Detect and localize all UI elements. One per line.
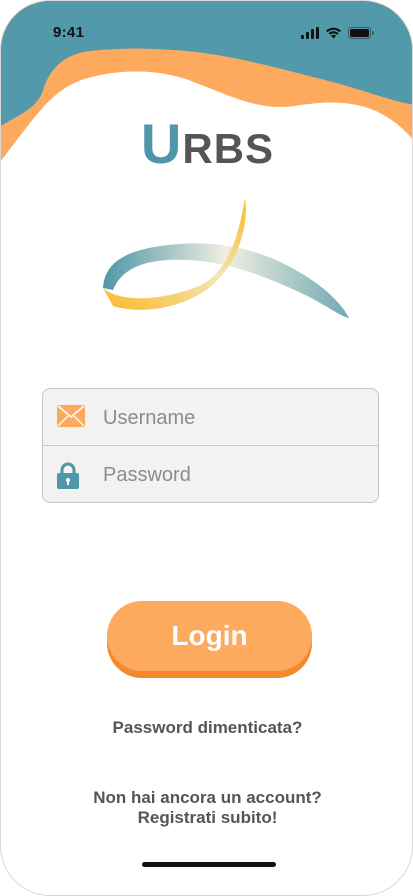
- logo-first-letter: U: [140, 112, 183, 175]
- status-icons: [301, 27, 374, 39]
- register-line-1: Non hai ancora un account?: [93, 788, 322, 807]
- password-input[interactable]: [101, 458, 365, 492]
- app-logo-text: URBS: [1, 111, 412, 176]
- register-line-2: Registrati subito!: [137, 808, 278, 827]
- lock-icon: [57, 462, 79, 489]
- logo-rest: RBS: [182, 125, 275, 172]
- forgot-password-link[interactable]: Password dimenticata?: [1, 718, 412, 738]
- status-time: 9:41: [53, 24, 85, 41]
- logo-ribbon-graphic: [103, 198, 349, 318]
- login-form: [42, 388, 379, 503]
- status-bar: 9:41: [1, 1, 412, 65]
- username-input[interactable]: [101, 401, 365, 435]
- wifi-icon: [326, 27, 341, 39]
- register-link[interactable]: Non hai ancora un account? Registrati su…: [1, 788, 412, 828]
- mail-icon: [57, 405, 85, 427]
- home-indicator[interactable]: [142, 862, 276, 867]
- battery-icon: [348, 27, 374, 39]
- password-row: [43, 445, 378, 502]
- login-button[interactable]: Login: [107, 601, 312, 671]
- signal-icon: [301, 27, 319, 39]
- username-row: [43, 389, 378, 445]
- phone-screen: 9:41 URBS Username Login Password diment…: [0, 0, 413, 896]
